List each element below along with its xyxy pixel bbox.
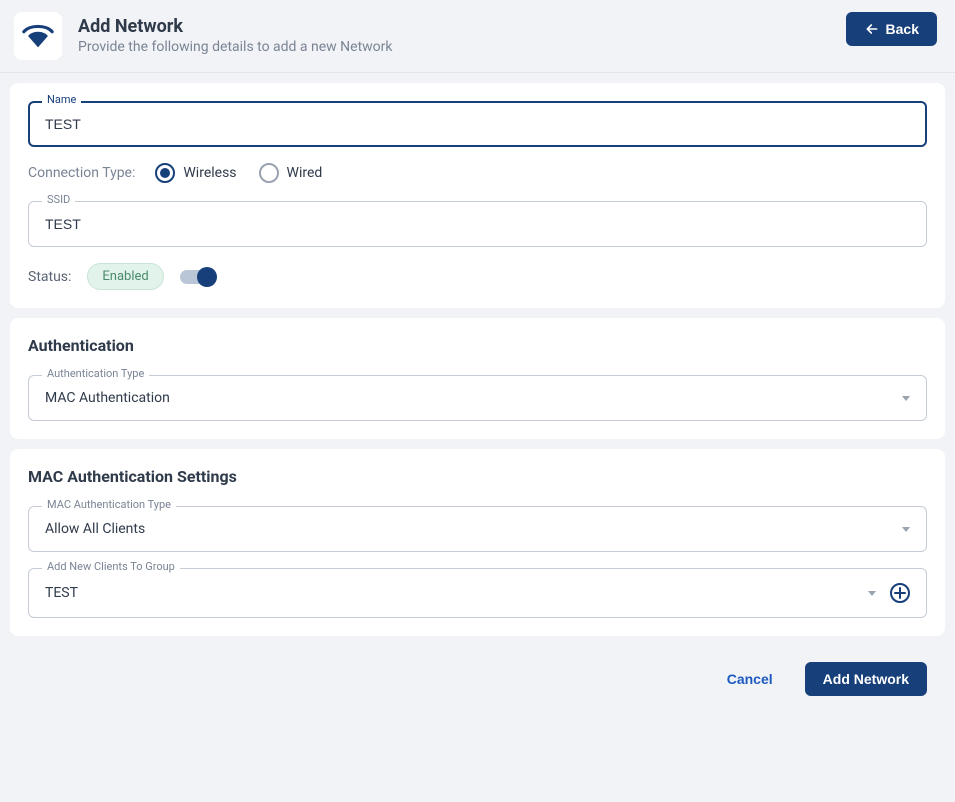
ssid-label: SSID (42, 193, 75, 206)
page-header: Add Network Provide the following detail… (0, 0, 955, 72)
ssid-input[interactable] (28, 201, 927, 247)
mac-type-value: Allow All Clients (45, 521, 145, 537)
connection-type-row: Connection Type: Wireless Wired (28, 163, 927, 183)
plus-icon (894, 587, 906, 599)
radio-dot-icon (160, 168, 170, 178)
mac-settings-card: MAC Authentication Settings MAC Authenti… (10, 449, 945, 636)
page-title: Add Network (78, 16, 846, 37)
mac-type-label: MAC Authentication Type (42, 498, 176, 511)
toggle-knob (197, 267, 217, 287)
back-button[interactable]: Back (846, 12, 937, 46)
page-subtitle: Provide the following details to add a n… (78, 39, 846, 55)
arrow-left-icon (864, 21, 880, 37)
mac-group-select[interactable]: TEST (28, 568, 927, 618)
status-toggle[interactable] (180, 270, 214, 284)
add-network-button[interactable]: Add Network (805, 662, 927, 696)
radio-wired-indicator (259, 163, 279, 183)
chevron-down-icon (868, 591, 876, 596)
mac-type-field-wrapper: MAC Authentication Type Allow All Client… (28, 506, 927, 552)
header-text: Add Network Provide the following detail… (78, 12, 846, 55)
mac-settings-title: MAC Authentication Settings (28, 467, 927, 486)
radio-wired[interactable]: Wired (259, 163, 323, 183)
auth-type-label: Authentication Type (42, 367, 149, 380)
mac-type-select[interactable]: Allow All Clients (28, 506, 927, 552)
auth-type-select[interactable]: MAC Authentication (28, 375, 927, 421)
auth-type-field-wrapper: Authentication Type MAC Authentication (28, 375, 927, 421)
name-input[interactable] (28, 101, 927, 147)
radio-wireless-indicator (155, 163, 175, 183)
mac-group-label: Add New Clients To Group (42, 560, 180, 573)
name-label: Name (42, 93, 81, 106)
header-divider (0, 72, 955, 73)
wifi-icon (21, 19, 55, 53)
radio-wireless[interactable]: Wireless (155, 163, 236, 183)
status-label: Status: (28, 269, 71, 285)
mac-group-value: TEST (45, 585, 78, 601)
authentication-title: Authentication (28, 336, 927, 355)
ssid-field-wrapper: SSID (28, 201, 927, 247)
back-button-label: Back (886, 21, 919, 37)
mac-group-right (868, 583, 910, 603)
radio-wired-label: Wired (287, 165, 323, 181)
add-group-button[interactable] (890, 583, 910, 603)
mac-group-field-wrapper: Add New Clients To Group TEST (28, 568, 927, 618)
authentication-card: Authentication Authentication Type MAC A… (10, 318, 945, 439)
name-field-wrapper: Name (28, 101, 927, 147)
basic-info-card: Name Connection Type: Wireless Wired SSI… (10, 83, 945, 308)
form-footer: Cancel Add Network (0, 646, 955, 696)
chevron-down-icon (902, 527, 910, 532)
chevron-down-icon (902, 396, 910, 401)
radio-wireless-label: Wireless (183, 165, 236, 181)
connection-type-radio-group: Wireless Wired (155, 163, 322, 183)
cancel-button[interactable]: Cancel (709, 662, 791, 696)
status-badge: Enabled (87, 263, 163, 290)
connection-type-label: Connection Type: (28, 165, 135, 181)
status-row: Status: Enabled (28, 263, 927, 290)
wifi-icon-box (14, 12, 62, 60)
auth-type-value: MAC Authentication (45, 390, 170, 406)
